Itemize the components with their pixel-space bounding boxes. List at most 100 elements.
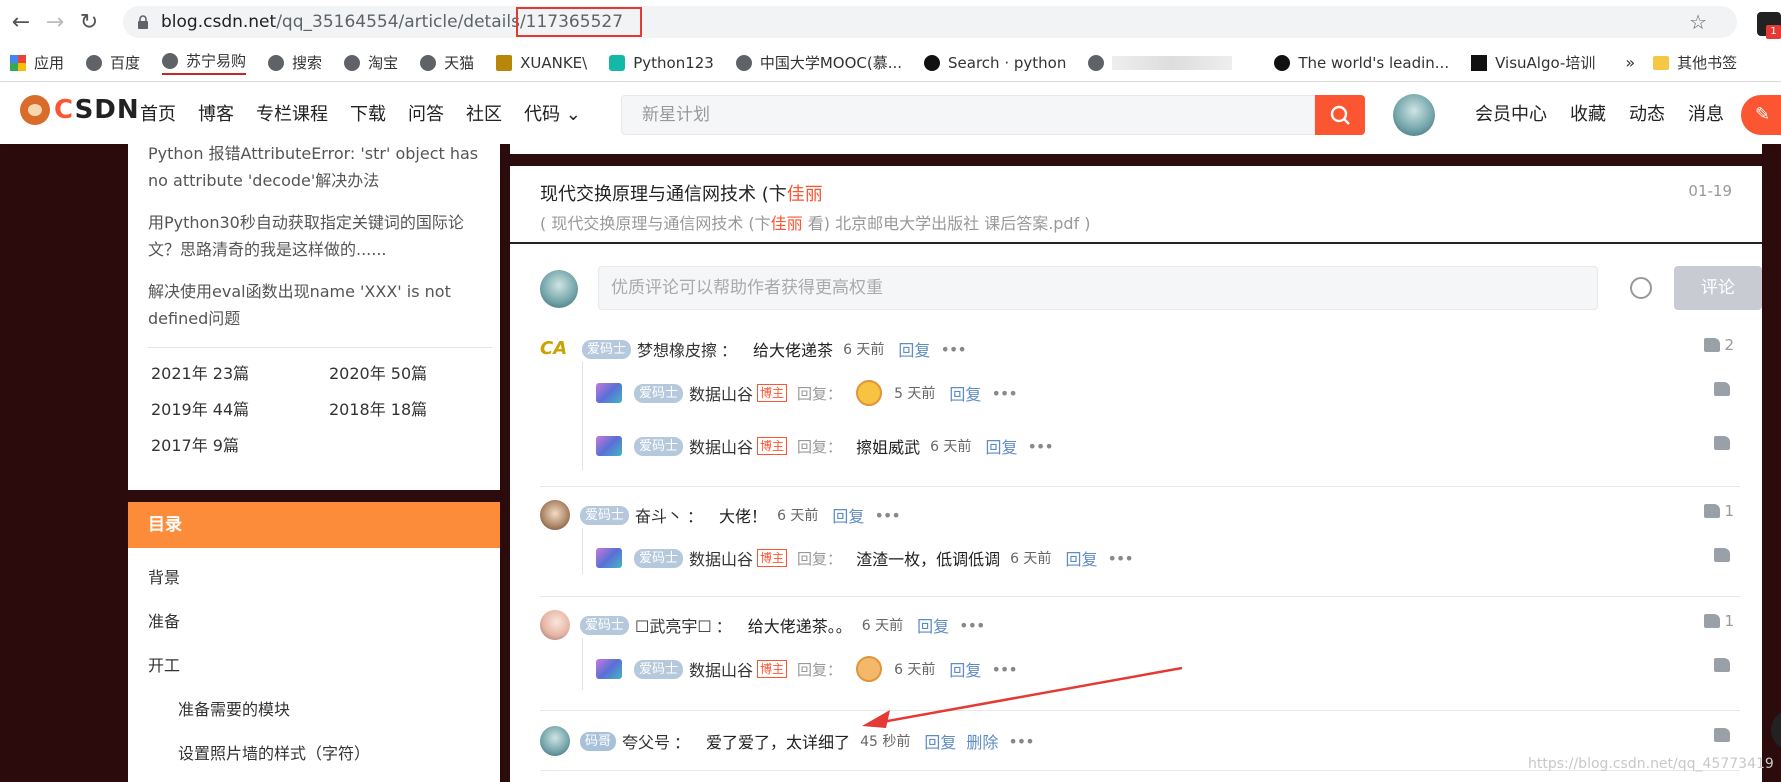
related-article-link[interactable]: 解决使用eval函数出现name 'XXX' is not defined问题 bbox=[148, 278, 482, 332]
csdn-logo[interactable]: CSDN bbox=[20, 95, 140, 125]
bookmark-label: 淘宝 bbox=[368, 54, 399, 72]
nav-blog[interactable]: 博客 bbox=[198, 100, 234, 126]
bookmark-taobao[interactable]: 淘宝 bbox=[344, 52, 398, 73]
site-search-input[interactable]: 新星计划 bbox=[621, 95, 1315, 135]
thumbs-up-icon bbox=[1704, 614, 1721, 628]
nav-messages[interactable]: 消息 bbox=[1688, 100, 1724, 126]
nav-activity[interactable]: 动态 bbox=[1629, 100, 1665, 126]
more-options-icon[interactable]: ••• bbox=[1027, 437, 1053, 456]
bookmark-github-search[interactable]: Search · python bbox=[924, 54, 1066, 72]
comment-username[interactable]: 数据山谷 bbox=[689, 657, 753, 681]
comment-username[interactable]: 奋斗丶 bbox=[635, 503, 683, 527]
reply-thread-line bbox=[582, 638, 583, 690]
globe-icon bbox=[162, 52, 179, 69]
nav-community[interactable]: 社区 bbox=[466, 100, 502, 126]
bookmark-suning[interactable]: 苏宁易购 bbox=[162, 50, 247, 75]
bookmark-other[interactable]: 其他书签 bbox=[1653, 52, 1737, 73]
archive-year-link[interactable]: 2021年 23篇 bbox=[151, 360, 329, 384]
thumbs-up-icon bbox=[1714, 658, 1730, 672]
bookmark-xuanke[interactable]: XUANKE\ bbox=[496, 54, 587, 72]
toc-item[interactable]: 准备 bbox=[128, 600, 500, 644]
reply-button[interactable]: 回复 bbox=[985, 434, 1017, 458]
address-bar[interactable]: blog.csdn.net/qq_35164554/article/detail… bbox=[123, 6, 1737, 38]
emoji-picker-icon[interactable] bbox=[1630, 277, 1652, 299]
recommended-title[interactable]: 现代交换原理与通信网技术 (卞佳丽 bbox=[540, 180, 1732, 206]
bookmark-search[interactable]: 搜索 bbox=[268, 52, 322, 73]
like-button[interactable] bbox=[1714, 382, 1734, 396]
bookmark-label: VisuAlgo-培训 bbox=[1495, 54, 1596, 72]
more-options-icon[interactable]: ••• bbox=[940, 340, 966, 359]
like-button[interactable]: 1 bbox=[1704, 502, 1734, 520]
comment-username[interactable]: 数据山谷 bbox=[689, 546, 753, 570]
nav-member-center[interactable]: 会员中心 bbox=[1475, 100, 1547, 126]
comment-username[interactable]: ☐武亮宇☐ bbox=[635, 613, 712, 637]
reply-button[interactable]: 回复 bbox=[832, 503, 864, 527]
forward-button[interactable]: → bbox=[38, 5, 72, 39]
comment-input[interactable]: 优质评论可以帮助作者获得更高权重 bbox=[598, 266, 1598, 310]
comment-username[interactable]: 梦想橡皮擦 bbox=[637, 337, 717, 361]
recommended-article[interactable]: 现代交换原理与通信网技术 (卞佳丽 ( 现代交换原理与通信网技术 (卞佳丽 看)… bbox=[510, 166, 1762, 244]
comment-separator bbox=[540, 596, 1740, 597]
bookmark-mooc[interactable]: 中国大学MOOC(慕... bbox=[735, 52, 902, 73]
avatar[interactable] bbox=[596, 548, 622, 568]
related-article-link[interactable]: Python 报错AttributeError: 'str' object ha… bbox=[148, 140, 482, 194]
like-button[interactable]: 2 bbox=[1704, 336, 1734, 354]
like-button[interactable] bbox=[1714, 548, 1734, 562]
archive-year-link[interactable]: 2017年 9篇 bbox=[151, 432, 329, 456]
archive-year-link[interactable]: 2018年 18篇 bbox=[329, 396, 489, 420]
avatar[interactable] bbox=[596, 383, 622, 403]
more-options-icon[interactable]: ••• bbox=[959, 616, 985, 635]
nav-qa[interactable]: 问答 bbox=[408, 100, 444, 126]
avatar[interactable] bbox=[596, 436, 622, 456]
comment-username[interactable]: 数据山谷 bbox=[689, 381, 753, 405]
related-article-link[interactable]: 用Python30秒自动获取指定关键词的国际论文？思路清奇的我是这样做的....… bbox=[148, 209, 482, 263]
back-button[interactable]: ← bbox=[4, 5, 38, 39]
reply-button[interactable]: 回复 bbox=[917, 613, 949, 637]
nav-favorites[interactable]: 收藏 bbox=[1570, 100, 1606, 126]
nav-home[interactable]: 首页 bbox=[140, 100, 176, 126]
toc-item[interactable]: 开工 bbox=[128, 644, 500, 688]
avatar[interactable] bbox=[540, 500, 570, 530]
reply-button[interactable]: 回复 bbox=[1065, 546, 1097, 570]
bookmark-visualgo[interactable]: VisuAlgo-培训 bbox=[1471, 52, 1595, 73]
like-button[interactable]: 1 bbox=[1704, 612, 1734, 630]
nav-courses[interactable]: 专栏课程 bbox=[256, 100, 328, 126]
bookmark-tmall[interactable]: 天猫 bbox=[420, 52, 474, 73]
toc-item[interactable]: 背景 bbox=[128, 556, 500, 600]
nav-code-dropdown[interactable]: 代码 ⌄ bbox=[524, 100, 581, 126]
bookmark-apps[interactable]: 应用 bbox=[10, 52, 64, 73]
avatar[interactable] bbox=[540, 610, 570, 640]
avatar[interactable] bbox=[540, 726, 570, 756]
more-options-icon[interactable]: ••• bbox=[991, 384, 1017, 403]
bookmark-python123[interactable]: Python123 bbox=[609, 54, 714, 72]
like-button[interactable] bbox=[1714, 728, 1734, 742]
reply-button[interactable]: 回复 bbox=[949, 381, 981, 405]
toc-subitem[interactable]: 设置照片墙的样式（字符） bbox=[128, 732, 500, 776]
comment-username[interactable]: 数据山谷 bbox=[689, 434, 753, 458]
more-options-icon[interactable]: ••• bbox=[1107, 549, 1133, 568]
like-button[interactable] bbox=[1714, 658, 1734, 672]
submit-comment-button[interactable]: 评论 bbox=[1674, 266, 1762, 310]
like-button[interactable] bbox=[1714, 436, 1734, 450]
user-avatar[interactable] bbox=[1393, 94, 1435, 136]
toc-subitem[interactable]: 准备需要的模块 bbox=[128, 688, 500, 732]
bookmark-github-world[interactable]: The world's leadin... bbox=[1274, 54, 1449, 72]
bookmark-baidu[interactable]: 百度 bbox=[86, 52, 140, 73]
archive-year-link[interactable]: 2019年 44篇 bbox=[151, 396, 329, 420]
reply-button[interactable]: 回复 bbox=[898, 337, 930, 361]
comment-username[interactable]: 夸父号 bbox=[622, 729, 670, 753]
extension-badge: 1 bbox=[1766, 25, 1781, 39]
search-button[interactable] bbox=[1315, 95, 1365, 135]
github-icon bbox=[1274, 54, 1291, 71]
archive-year-link[interactable]: 2020年 50篇 bbox=[329, 360, 489, 384]
avatar[interactable] bbox=[596, 659, 622, 679]
bookmarks-more-button[interactable]: » bbox=[1625, 53, 1635, 72]
nav-download[interactable]: 下载 bbox=[350, 100, 386, 126]
bookmark-star-icon[interactable]: ☆ bbox=[1689, 10, 1707, 34]
avatar[interactable]: CA bbox=[540, 334, 572, 364]
bookmark-blurred[interactable] bbox=[1088, 54, 1252, 71]
more-options-icon[interactable]: ••• bbox=[874, 506, 900, 525]
write-button[interactable]: ✎ bbox=[1741, 95, 1781, 135]
reload-button[interactable]: ↻ bbox=[72, 5, 106, 39]
floating-action-button[interactable] bbox=[1771, 710, 1781, 750]
